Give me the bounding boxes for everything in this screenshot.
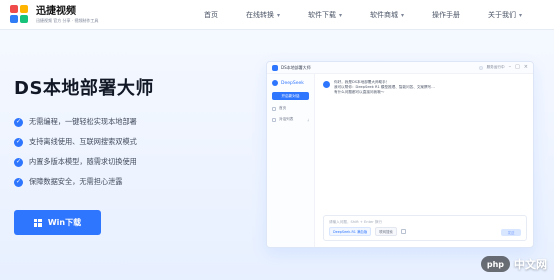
nav-about-label: 关于我们 <box>488 11 517 19</box>
nav-software-download[interactable]: 软件下载 ▾ <box>294 0 356 30</box>
check-icon: ✓ <box>14 137 23 147</box>
sidebar-item[interactable]: 对话列表 ⤓ <box>272 117 309 122</box>
check-icon: ✓ <box>14 177 23 187</box>
deepseek-icon <box>272 80 278 86</box>
feature-item: ✓ 无需编程，一键轻松实现本地部署 <box>14 112 214 132</box>
send-label: 发送 <box>507 231 515 235</box>
site-logo[interactable]: 迅捷视频 迅捷视频 官方 分享 · 视频制作工具 <box>10 4 98 26</box>
nav-about[interactable]: 关于我们 ▾ <box>474 0 536 30</box>
nav-home-label: 首页 <box>204 11 218 19</box>
composer-placeholder: 请输入问题，Shift + Enter 换行 <box>329 220 383 224</box>
attachment-icon[interactable] <box>400 229 406 234</box>
model-tag[interactable]: DeepSeek-R1 满血版 <box>329 227 372 236</box>
top-navbar: 迅捷视频 迅捷视频 官方 分享 · 视频制作工具 首页 在线转换 ▾ 软件下载 … <box>0 0 554 30</box>
titlebar-right: 服务运行中 – □ × <box>478 65 528 70</box>
nav-home[interactable]: 首页 <box>190 0 232 30</box>
hero-section: DS本地部署大师 ✓ 无需编程，一键轻松实现本地部署 ✓ 支持离线使用、互联网搜… <box>14 74 214 192</box>
nav-software-download-label: 软件下载 <box>308 11 337 19</box>
new-chat-button[interactable]: 开启新对话 <box>272 92 309 100</box>
logo-title: 迅捷视频 <box>36 6 76 17</box>
feature-text: 内置多版本模型，随需求切换使用 <box>29 157 137 166</box>
win-download-label: Win下载 <box>47 218 82 227</box>
feature-item: ✓ 内置多版本模型，随需求切换使用 <box>14 152 214 172</box>
sidebar-item-label: 首页 <box>279 106 287 110</box>
sidebar-item-label: 对话列表 <box>279 117 294 121</box>
nav-online-convert[interactable]: 在线转换 ▾ <box>232 0 294 30</box>
composer-tools: DeepSeek-R1 满血版 联网搜索 <box>329 227 406 236</box>
chat-list-icon <box>272 117 276 122</box>
send-button[interactable]: 发送 <box>501 229 521 236</box>
app-brand-label: DeepSeek <box>281 80 304 86</box>
win-download-button[interactable]: Win下载 <box>14 210 101 235</box>
main-nav: 首页 在线转换 ▾ 软件下载 ▾ 软件商城 ▾ 操作手册 关于我们 ▾ <box>190 0 536 30</box>
watermark-text: 中文网 <box>514 258 547 271</box>
app-body: DeepSeek 开启新对话 首页 对话列表 ⤓ 你好，我是DS本地部署大师助手… <box>267 74 533 247</box>
chat-area: 你好，我是DS本地部署大师助手！ 我可以帮你：DeepSeek R1 模型推理、… <box>315 74 533 247</box>
hero-title: DS本地部署大师 <box>14 78 154 99</box>
app-sidebar: DeepSeek 开启新对话 首页 对话列表 ⤓ <box>267 74 315 247</box>
assistant-message-text: 你好，我是DS本地部署大师助手！ 我可以帮你：DeepSeek R1 模型推理、… <box>334 80 524 95</box>
logo-subtitle: 迅捷视频 官方 分享 · 视频制作工具 <box>36 18 99 23</box>
minimize-icon[interactable]: – <box>509 65 512 70</box>
nav-manual[interactable]: 操作手册 <box>418 0 474 30</box>
home-icon <box>272 106 276 111</box>
app-titlebar: DS本地部署大师 服务运行中 – □ × <box>267 62 533 74</box>
close-icon[interactable]: × <box>524 65 528 70</box>
feature-list: ✓ 无需编程，一键轻松实现本地部署 ✓ 支持离线使用、互联网搜索双模式 ✓ 内置… <box>14 112 214 192</box>
chevron-down-icon: ▾ <box>339 11 343 19</box>
service-status: 服务运行中 <box>486 65 505 69</box>
assistant-message: 你好，我是DS本地部署大师助手！ 我可以帮你：DeepSeek R1 模型推理、… <box>323 80 527 95</box>
windows-icon <box>33 218 42 227</box>
feature-item: ✓ 支持离线使用、互联网搜索双模式 <box>14 132 214 152</box>
chevron-down-icon: ▾ <box>277 11 281 19</box>
web-search-tag[interactable]: 联网搜索 <box>375 227 397 236</box>
nav-software-store[interactable]: 软件商城 ▾ <box>356 0 418 30</box>
chevron-down-icon: ▾ <box>519 11 523 19</box>
check-icon: ✓ <box>14 157 23 167</box>
watermark-badge: php <box>480 256 510 272</box>
feature-text: 支持离线使用、互联网搜索双模式 <box>29 137 137 146</box>
nav-software-store-label: 软件商城 <box>370 11 399 19</box>
new-chat-label: 开启新对话 <box>281 93 300 98</box>
logo-icon <box>10 5 30 25</box>
maximize-icon[interactable]: □ <box>515 65 520 70</box>
chevron-down-icon: ▾ <box>401 11 405 19</box>
sidebar-item[interactable]: 首页 <box>272 106 309 111</box>
app-icon <box>272 64 278 71</box>
check-icon: ✓ <box>14 117 23 127</box>
assistant-avatar <box>323 81 330 88</box>
logo-text: 迅捷视频 迅捷视频 官方 分享 · 视频制作工具 <box>36 7 98 23</box>
app-brand: DeepSeek <box>272 80 309 86</box>
message-line: 有什么问题都可以直接问我哦～ <box>334 90 385 94</box>
app-window-preview: DS本地部署大师 服务运行中 – □ × DeepSeek 开启新对话 首页 对… <box>266 61 534 248</box>
feature-item: ✓ 保障数据安全，无需担心泄露 <box>14 172 214 192</box>
nav-manual-label: 操作手册 <box>432 11 461 19</box>
nav-online-convert-label: 在线转换 <box>246 11 274 19</box>
feature-text: 保障数据安全，无需担心泄露 <box>29 177 123 186</box>
status-icon <box>478 65 483 70</box>
feature-text: 无需编程，一键轻松实现本地部署 <box>29 117 137 126</box>
chat-composer[interactable]: 请输入问题，Shift + Enter 换行 DeepSeek-R1 满血版 联… <box>323 215 527 241</box>
watermark: php 中文网 <box>480 255 547 273</box>
app-window-title: DS本地部署大师 <box>281 64 311 70</box>
download-icon[interactable]: ⤓ <box>307 118 309 122</box>
